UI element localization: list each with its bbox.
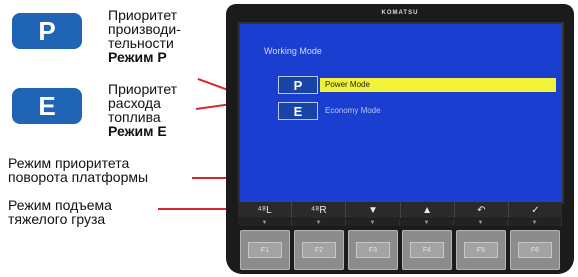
economy-mode-label: Economy Mode: [325, 106, 381, 115]
f5-key-label: F5: [464, 242, 498, 258]
power-mode-button[interactable]: P: [278, 76, 318, 94]
screen-title: Working Mode: [264, 46, 322, 56]
indicator-arrow-row: ▼ ▼ ▼ ▼ ▼ ▼: [238, 219, 562, 226]
f5-key[interactable]: F5: [456, 230, 506, 270]
display-screen: Working Mode P Power Mode E Economy Mode: [238, 22, 564, 204]
f2-key[interactable]: F2: [294, 230, 344, 270]
up-arrow-icon: ▲: [400, 202, 455, 218]
indicator-arrow-icon: ▼: [508, 219, 562, 226]
p-desc-line-2: производи-: [108, 21, 181, 37]
economy-mode-button[interactable]: E: [278, 102, 318, 120]
e-mode-key: E: [12, 88, 82, 124]
p-desc-line-1: Приоритет: [108, 7, 178, 23]
heavy-lift-label: Режим подъема тяжелого груза: [8, 198, 112, 226]
f6-key-label: F6: [518, 242, 552, 258]
indicator-arrow-icon: ▼: [400, 219, 454, 226]
e-mode-name: Режим E: [108, 123, 167, 139]
heavy-lift-icon: ⁴⁸L: [238, 202, 293, 218]
p-desc-line-3: тельности: [108, 35, 174, 51]
down-arrow-icon: ▼: [346, 202, 401, 218]
f1-key[interactable]: F1: [240, 230, 290, 270]
p-mode-description: Приоритет производи- тельности Режим P: [108, 8, 181, 64]
function-label-bar: ⁴⁸L ⁴⁸R ▼ ▲ ↶ ✓: [238, 202, 563, 218]
p-mode-name: Режим P: [108, 49, 167, 65]
f4-key-label: F4: [410, 242, 444, 258]
f6-key[interactable]: F6: [510, 230, 560, 270]
swing-line-1: Режим приоритета: [8, 155, 130, 171]
f3-key-label: F3: [356, 242, 390, 258]
swing-line-2: поворота платформы: [8, 169, 149, 185]
swing-priority-label: Режим приоритета поворота платформы: [8, 156, 148, 184]
monitor-panel: KOMATSU Working Mode P Power Mode E Econ…: [226, 4, 574, 274]
e-desc-line-2: расхода: [108, 95, 161, 111]
f2-key-label: F2: [302, 242, 336, 258]
e-mode-description: Приоритет расхода топлива Режим E: [108, 82, 177, 138]
back-icon: ↶: [454, 202, 509, 218]
f4-key[interactable]: F4: [402, 230, 452, 270]
function-key-row: F1 F2 F3 F4 F5 F6: [240, 230, 560, 270]
indicator-arrow-icon: ▼: [346, 219, 400, 226]
brand-logo: KOMATSU: [381, 10, 419, 16]
p-mode-key: P: [12, 13, 82, 49]
heavy-line-1: Режим подъема: [8, 197, 112, 213]
indicator-arrow-icon: ▼: [454, 219, 508, 226]
indicator-arrow-icon: ▼: [292, 219, 346, 226]
heavy-line-2: тяжелого груза: [8, 211, 106, 227]
e-desc-line-3: топлива: [108, 109, 161, 125]
indicator-arrow-icon: ▼: [238, 219, 292, 226]
swing-priority-icon: ⁴⁸R: [292, 202, 347, 218]
power-mode-label: Power Mode: [325, 80, 370, 89]
f3-key[interactable]: F3: [348, 230, 398, 270]
f1-key-label: F1: [248, 242, 282, 258]
confirm-icon: ✓: [508, 202, 563, 218]
power-mode-row[interactable]: Power Mode: [320, 78, 556, 92]
economy-mode-row[interactable]: Economy Mode: [320, 104, 556, 118]
e-desc-line-1: Приоритет: [108, 81, 178, 97]
